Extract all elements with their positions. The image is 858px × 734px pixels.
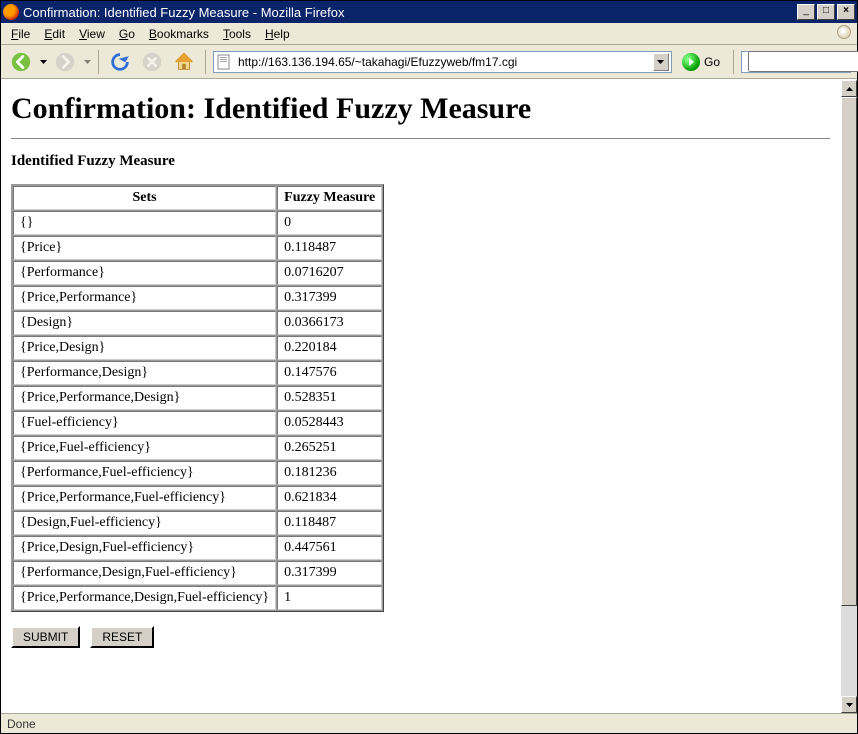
status-text: Done [7,717,36,731]
table-row: {Performance}0.0716207 [13,261,382,285]
content-viewport: Confirmation: Identified Fuzzy Measure I… [1,79,857,713]
minimize-button[interactable]: _ [797,4,815,20]
window-title: Confirmation: Identified Fuzzy Measure -… [23,5,797,20]
table-row: {Performance,Design,Fuel-efficiency}0.31… [13,561,382,585]
forward-history-dropdown[interactable] [83,48,91,76]
cell-value: 0.220184 [277,336,382,360]
cell-value: 0.181236 [277,461,382,485]
scroll-track[interactable] [841,97,857,696]
cell-value: 0.118487 [277,511,382,535]
cell-value: 0.265251 [277,436,382,460]
menu-file[interactable]: File [5,25,36,43]
scroll-up-button[interactable] [841,80,857,97]
titlebar: Confirmation: Identified Fuzzy Measure -… [1,1,857,23]
table-row: {Design,Fuel-efficiency}0.118487 [13,511,382,535]
table-row: {}0 [13,211,382,235]
col-header-sets: Sets [13,186,276,210]
vertical-scrollbar[interactable] [840,80,857,713]
cell-set: {Price} [13,236,276,260]
cell-value: 0.317399 [277,286,382,310]
cell-set: {Performance} [13,261,276,285]
firefox-icon [3,4,19,20]
submit-button[interactable]: SUBMIT [11,626,80,648]
menu-go[interactable]: Go [113,25,141,43]
scroll-thumb[interactable] [841,97,857,606]
address-bar[interactable] [213,51,672,73]
table-row: {Price,Performance,Design}0.528351 [13,386,382,410]
table-row: {Performance,Fuel-efficiency}0.181236 [13,461,382,485]
back-history-dropdown[interactable] [39,48,47,76]
url-input[interactable] [236,54,653,70]
cell-set: {Performance,Fuel-efficiency} [13,461,276,485]
cell-set: {Price,Design,Fuel-efficiency} [13,536,276,560]
page-content: Confirmation: Identified Fuzzy Measure I… [1,80,840,713]
page-heading: Confirmation: Identified Fuzzy Measure [11,92,830,126]
table-row: {Price}0.118487 [13,236,382,260]
menu-help[interactable]: Help [259,25,296,43]
go-button[interactable]: Go [676,53,726,71]
cell-set: {Price,Performance,Design,Fuel-efficienc… [13,586,276,610]
cell-value: 0.118487 [277,236,382,260]
close-button[interactable]: × [837,4,855,20]
back-button[interactable] [7,48,35,76]
cell-value: 1 [277,586,382,610]
cell-set: {Price,Design} [13,336,276,360]
cell-value: 0.0716207 [277,261,382,285]
home-button[interactable] [170,48,198,76]
table-row: {Price,Fuel-efficiency}0.265251 [13,436,382,460]
menu-tools[interactable]: Tools [217,25,257,43]
page-subheading: Identified Fuzzy Measure [11,153,830,170]
menu-bookmarks[interactable]: Bookmarks [143,25,215,43]
cell-set: {Price,Performance,Fuel-efficiency} [13,486,276,510]
cell-value: 0.147576 [277,361,382,385]
cell-value: 0.0366173 [277,311,382,335]
reload-button[interactable] [106,48,134,76]
table-row: {Price,Performance}0.317399 [13,286,382,310]
table-row: {Price,Design}0.220184 [13,336,382,360]
cell-value: 0.447561 [277,536,382,560]
table-row: {Performance,Design}0.147576 [13,361,382,385]
search-input[interactable] [748,51,858,72]
scroll-down-button[interactable] [841,696,857,713]
cell-set: {Performance,Design} [13,361,276,385]
cell-set: {} [13,211,276,235]
cell-set: {Price,Performance,Design} [13,386,276,410]
navigation-toolbar: Go G [1,45,857,79]
col-header-measure: Fuzzy Measure [277,186,382,210]
cell-set: {Price,Fuel-efficiency} [13,436,276,460]
go-icon [682,53,700,71]
cell-set: {Fuel-efficiency} [13,411,276,435]
fuzzy-measure-table: Sets Fuzzy Measure {}0{Price}0.118487{Pe… [11,184,384,612]
table-row: {Design}0.0366173 [13,311,382,335]
divider [11,138,830,139]
menu-view[interactable]: View [73,25,111,43]
cell-value: 0.317399 [277,561,382,585]
forward-button[interactable] [51,48,79,76]
menu-edit[interactable]: Edit [38,25,71,43]
browser-window: Confirmation: Identified Fuzzy Measure -… [0,0,858,734]
status-bar: Done [1,713,857,733]
cell-set: {Design} [13,311,276,335]
table-row: {Price,Performance,Design,Fuel-efficienc… [13,586,382,610]
activity-throbber-icon [837,25,853,41]
cell-value: 0.528351 [277,386,382,410]
page-icon [216,54,232,70]
cell-value: 0 [277,211,382,235]
table-row: {Fuel-efficiency}0.0528443 [13,411,382,435]
reset-button[interactable]: RESET [90,626,154,648]
cell-value: 0.621834 [277,486,382,510]
menubar: File Edit View Go Bookmarks Tools Help [1,23,857,45]
go-label: Go [704,55,720,69]
table-row: {Price,Performance,Fuel-efficiency}0.621… [13,486,382,510]
cell-set: {Performance,Design,Fuel-efficiency} [13,561,276,585]
cell-set: {Price,Performance} [13,286,276,310]
url-history-dropdown[interactable] [653,53,669,71]
cell-set: {Design,Fuel-efficiency} [13,511,276,535]
stop-button[interactable] [138,48,166,76]
table-row: {Price,Design,Fuel-efficiency}0.447561 [13,536,382,560]
search-box[interactable]: G [741,51,851,73]
cell-value: 0.0528443 [277,411,382,435]
maximize-button[interactable]: □ [817,4,835,20]
